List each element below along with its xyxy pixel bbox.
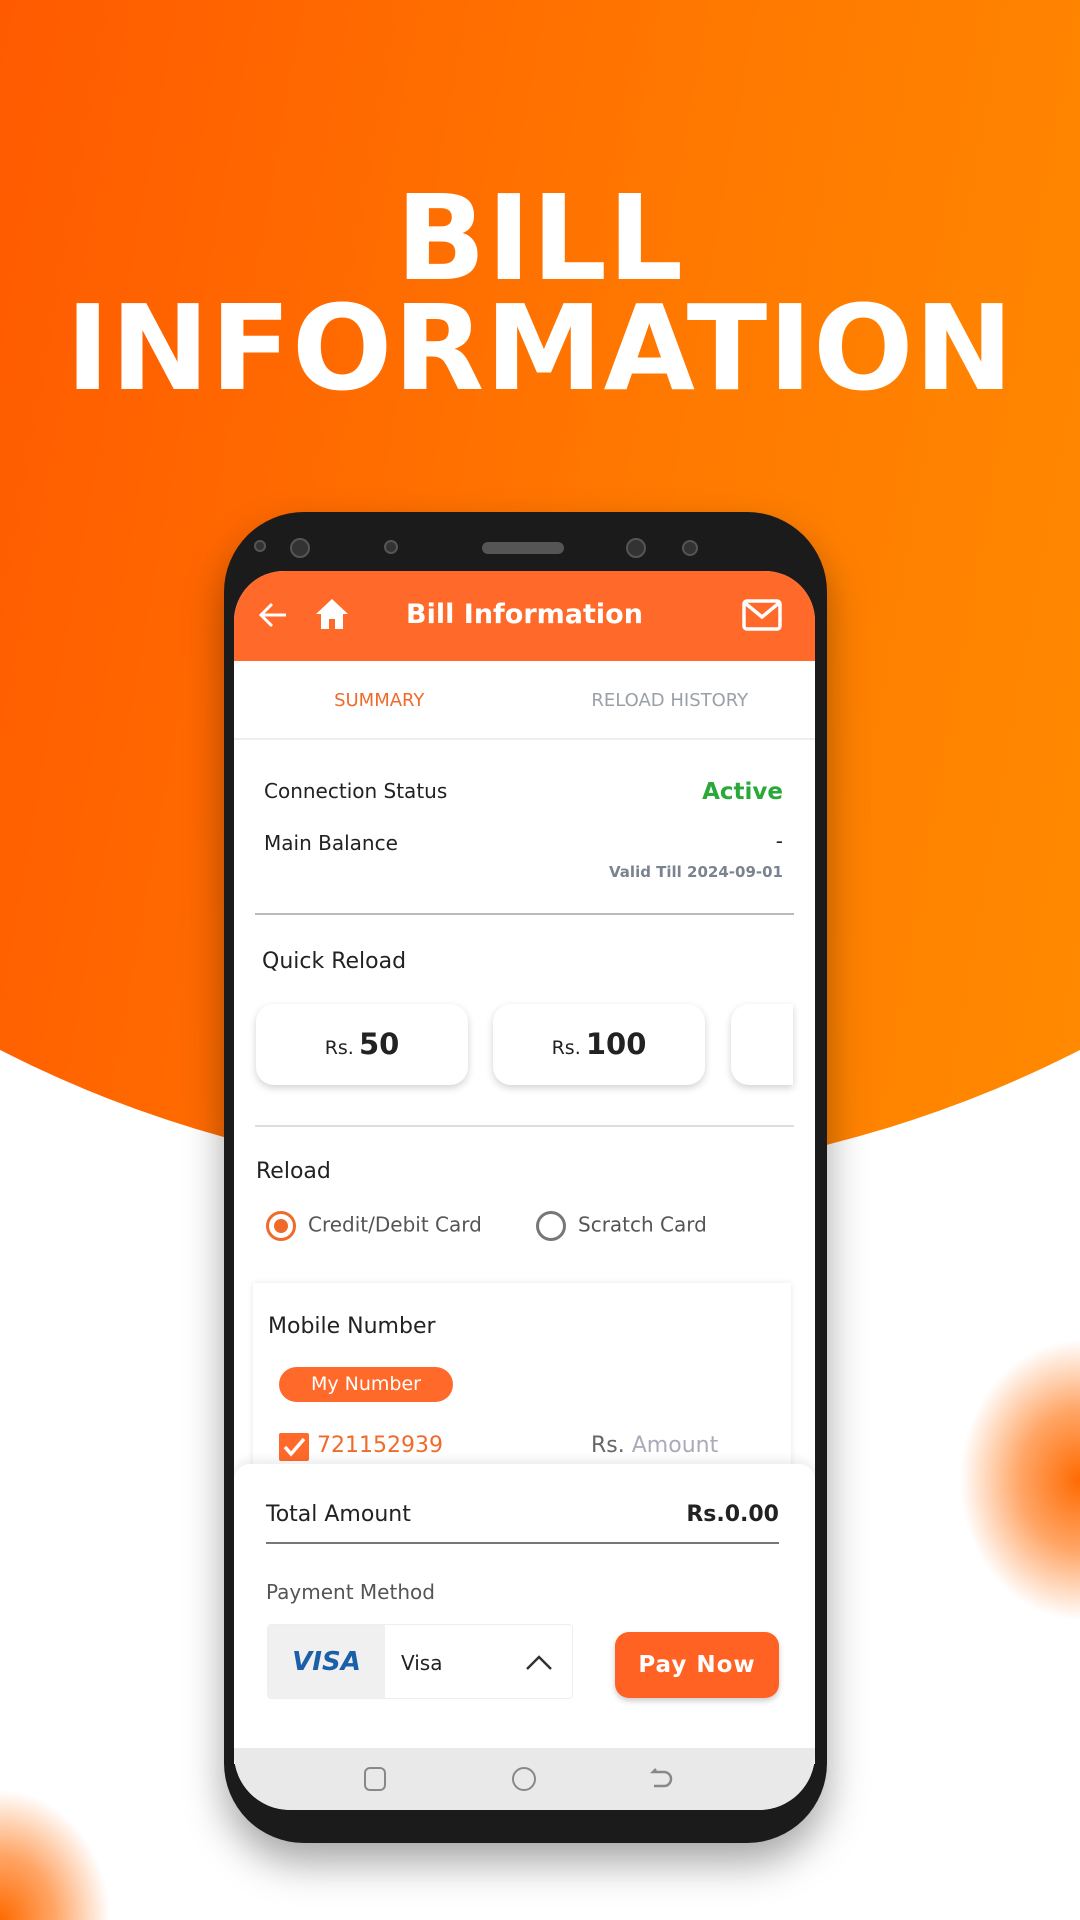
radio-scratch-card[interactable]: Scratch Card xyxy=(536,1211,707,1241)
connection-status-label: Connection Status xyxy=(264,779,448,803)
payment-method-label: Payment Method xyxy=(266,1580,435,1604)
tab-summary[interactable]: SUMMARY xyxy=(234,661,525,738)
back-nav-icon[interactable] xyxy=(650,1766,674,1792)
tab-bar: SUMMARY RELOAD HISTORY xyxy=(234,661,815,740)
radio-selected-icon[interactable] xyxy=(266,1211,296,1241)
total-amount-value: Rs.0.00 xyxy=(686,1502,779,1527)
mobile-number: 721152939 xyxy=(317,1433,443,1458)
number-checkbox[interactable] xyxy=(279,1433,309,1461)
phone-frame: Bill Information SUMMARY RELOAD HISTORY … xyxy=(224,512,827,1843)
mobile-number-title: Mobile Number xyxy=(268,1314,436,1339)
chevron-up-icon xyxy=(526,1655,552,1670)
radio-credit-debit[interactable]: Credit/Debit Card xyxy=(266,1211,482,1241)
reload-title: Reload xyxy=(256,1159,331,1184)
connection-status-value: Active xyxy=(702,779,783,805)
visa-logo: VISA xyxy=(268,1625,385,1698)
headline-line2: INFORMATION xyxy=(65,279,1015,417)
quick-reload-100[interactable]: Rs. 100 xyxy=(493,1004,705,1085)
app-title: Bill Information xyxy=(406,599,643,630)
decor-blob-left xyxy=(0,1740,130,1920)
quick-reload-50[interactable]: Rs. 50 xyxy=(256,1004,468,1085)
amount-input[interactable]: Rs. Amount xyxy=(591,1433,718,1458)
quick-reload-title: Quick Reload xyxy=(262,949,407,974)
radio-unselected-icon[interactable] xyxy=(536,1211,566,1241)
main-balance-label: Main Balance xyxy=(264,831,398,855)
payment-sheet: Total Amount Rs.0.00 Payment Method VISA… xyxy=(234,1464,815,1764)
app-screen: Bill Information SUMMARY RELOAD HISTORY … xyxy=(234,571,815,1810)
home-nav-icon[interactable] xyxy=(512,1767,536,1791)
quick-reload-more[interactable] xyxy=(731,1004,793,1085)
tab-reload-history[interactable]: RELOAD HISTORY xyxy=(525,661,816,738)
total-amount-label: Total Amount xyxy=(266,1502,411,1527)
system-nav-bar xyxy=(234,1748,815,1810)
decor-blob-right xyxy=(960,1330,1080,1630)
payment-method-value: Visa xyxy=(401,1651,443,1675)
pay-now-button[interactable]: Pay Now xyxy=(615,1632,779,1698)
valid-till: Valid Till 2024-09-01 xyxy=(609,863,783,881)
my-number-pill[interactable]: My Number xyxy=(279,1367,453,1402)
payment-method-select[interactable]: VISA Visa xyxy=(267,1624,573,1699)
main-balance-value: - xyxy=(775,829,783,853)
mobile-card: Mobile Number My Number 721152939 Rs. Am… xyxy=(253,1283,791,1483)
check-icon xyxy=(283,1437,306,1457)
app-bar: Bill Information xyxy=(234,571,815,661)
mail-icon[interactable] xyxy=(742,599,782,631)
recents-icon[interactable] xyxy=(364,1767,386,1791)
